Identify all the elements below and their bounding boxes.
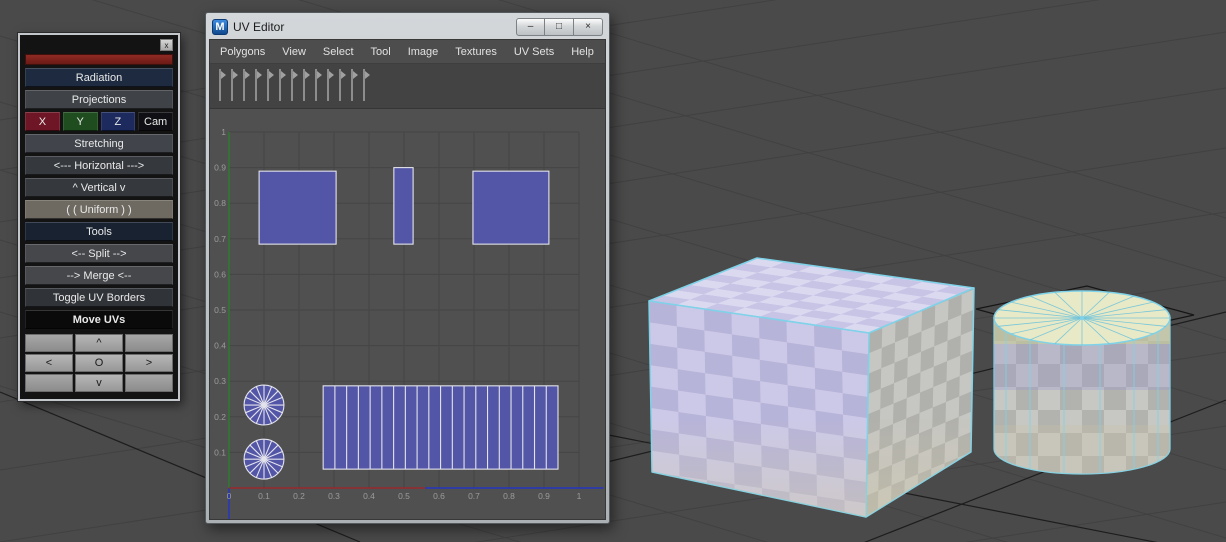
toolbar-flag-icon[interactable] bbox=[326, 69, 335, 101]
uv-tools-palette: x Radiation Projections X Y Z Cam Stretching <-… bbox=[18, 33, 180, 401]
axis-z-button[interactable]: Z bbox=[100, 112, 136, 131]
svg-text:0.6: 0.6 bbox=[214, 269, 226, 279]
toolbar-flag-icon[interactable] bbox=[254, 69, 263, 101]
uv-editor-window: M UV Editor – □ × Polygons View Select Tool… bbox=[205, 12, 610, 524]
uv-editor-titlebar[interactable]: M UV Editor – □ × bbox=[209, 15, 606, 39]
vertical-v-button[interactable]: ^ Vertical v bbox=[25, 178, 173, 197]
uv-canvas-svg[interactable]: 1 0.9 0.8 0.7 0.6 0.5 0.4 0.3 0.2 0.1 0 0.1 0.2 0.3 0.… bbox=[210, 109, 605, 519]
toolbar-flag-icon[interactable] bbox=[278, 69, 287, 101]
move-left-button[interactable]: < bbox=[25, 354, 73, 372]
svg-text:0.4: 0.4 bbox=[363, 491, 375, 501]
svg-text:0.9: 0.9 bbox=[538, 491, 550, 501]
toolbar-flag-icon[interactable] bbox=[290, 69, 299, 101]
uv-menubar: Polygons View Select Tool Image Textures UV Se… bbox=[210, 40, 605, 64]
move-right-button[interactable]: > bbox=[125, 354, 173, 372]
uv-shell-rect bbox=[472, 170, 550, 245]
menu-image[interactable]: Image bbox=[408, 46, 439, 58]
toolbar-flag-icon[interactable] bbox=[302, 69, 311, 101]
palette-rows: Radiation Projections X Y Z Cam Stretching <---… bbox=[25, 54, 173, 392]
split-button[interactable]: <-- Split --> bbox=[25, 244, 173, 263]
horizontal-button[interactable]: <--- Horizontal ---> bbox=[25, 156, 173, 175]
pad-blank-button[interactable] bbox=[25, 374, 73, 392]
toolbar-flag-icon[interactable] bbox=[362, 69, 371, 101]
menu-view[interactable]: View bbox=[282, 46, 306, 58]
palette-close-button[interactable]: x bbox=[160, 39, 173, 51]
toolbar-flag-icon[interactable] bbox=[242, 69, 251, 101]
svg-text:0.3: 0.3 bbox=[328, 491, 340, 501]
svg-text:0.9: 0.9 bbox=[214, 163, 226, 173]
merge-button[interactable]: --> Merge <-- bbox=[25, 266, 173, 285]
cylinder-object[interactable] bbox=[975, 285, 1195, 485]
toolbar-flag-icon[interactable] bbox=[350, 69, 359, 101]
menu-select[interactable]: Select bbox=[323, 46, 354, 58]
minimize-button[interactable]: – bbox=[516, 18, 545, 36]
toolbar-flag-icon[interactable] bbox=[338, 69, 347, 101]
svg-text:1: 1 bbox=[221, 127, 226, 137]
pad-blank-button[interactable] bbox=[125, 374, 173, 392]
viewport-3d bbox=[0, 0, 1226, 542]
move-uvs-pad: ^ < O > v bbox=[25, 334, 173, 392]
cube-object[interactable] bbox=[648, 257, 975, 518]
svg-text:0.8: 0.8 bbox=[214, 198, 226, 208]
uniform-button[interactable]: ( ( Uniform ) ) bbox=[25, 200, 173, 219]
svg-text:0.4: 0.4 bbox=[214, 341, 226, 351]
palette-color-bar bbox=[25, 54, 173, 65]
window-title: UV Editor bbox=[233, 20, 285, 34]
axis-x-button[interactable]: X bbox=[25, 112, 60, 131]
move-uvs-button[interactable]: Move UVs bbox=[25, 310, 173, 329]
svg-text:0.8: 0.8 bbox=[503, 491, 515, 501]
uv-shell-rect bbox=[258, 170, 337, 245]
maya-app-icon: M bbox=[212, 19, 228, 35]
close-button[interactable]: × bbox=[574, 18, 603, 36]
svg-text:0.5: 0.5 bbox=[214, 305, 226, 315]
axis-cam-button[interactable]: Cam bbox=[138, 112, 173, 131]
axis-buttons-row: X Y Z Cam bbox=[25, 112, 173, 131]
move-up-button[interactable]: ^ bbox=[75, 334, 123, 352]
uv-shells[interactable] bbox=[243, 167, 559, 480]
uv-editor-client: Polygons View Select Tool Image Textures UV Se… bbox=[209, 39, 606, 520]
uv-shell-rect bbox=[393, 167, 414, 245]
svg-text:0.2: 0.2 bbox=[214, 412, 226, 422]
svg-text:0.7: 0.7 bbox=[468, 491, 480, 501]
svg-text:0: 0 bbox=[227, 491, 232, 501]
svg-text:0.3: 0.3 bbox=[214, 376, 226, 386]
svg-text:1: 1 bbox=[577, 491, 582, 501]
menu-uv-sets[interactable]: UV Sets bbox=[514, 46, 554, 58]
toolbar-flag-icon[interactable] bbox=[266, 69, 275, 101]
window-controls: – □ × bbox=[516, 18, 603, 36]
radiation-button[interactable]: Radiation bbox=[25, 68, 173, 87]
toggle-uv-borders-button[interactable]: Toggle UV Borders bbox=[25, 288, 173, 307]
svg-text:0.2: 0.2 bbox=[293, 491, 305, 501]
menu-help[interactable]: Help bbox=[571, 46, 594, 58]
toolbar-flag-icon[interactable] bbox=[230, 69, 239, 101]
stretching-button[interactable]: Stretching bbox=[25, 134, 173, 153]
maximize-button[interactable]: □ bbox=[545, 18, 574, 36]
move-down-button[interactable]: v bbox=[75, 374, 123, 392]
svg-text:0.6: 0.6 bbox=[433, 491, 445, 501]
toolbar-flag-icon[interactable] bbox=[218, 69, 227, 101]
cylinder-top-center bbox=[1080, 316, 1084, 320]
toolbar-flag-icon[interactable] bbox=[314, 69, 323, 101]
svg-text:0.1: 0.1 bbox=[214, 447, 226, 457]
axis-y-button[interactable]: Y bbox=[62, 112, 98, 131]
tools-button[interactable]: Tools bbox=[25, 222, 173, 241]
svg-text:0.1: 0.1 bbox=[258, 491, 270, 501]
svg-text:0.7: 0.7 bbox=[214, 234, 226, 244]
menu-polygons[interactable]: Polygons bbox=[220, 46, 265, 58]
pad-blank-button[interactable] bbox=[125, 334, 173, 352]
uv-toolbar bbox=[210, 64, 605, 109]
pad-blank-button[interactable] bbox=[25, 334, 73, 352]
uv-canvas[interactable]: 1 0.9 0.8 0.7 0.6 0.5 0.4 0.3 0.2 0.1 0 0.1 0.2 0.3 0.… bbox=[210, 109, 605, 519]
palette-titlebar[interactable]: x bbox=[25, 39, 173, 52]
projections-button[interactable]: Projections bbox=[25, 90, 173, 109]
menu-textures[interactable]: Textures bbox=[455, 46, 497, 58]
menu-tool[interactable]: Tool bbox=[371, 46, 391, 58]
move-center-button[interactable]: O bbox=[75, 354, 123, 372]
svg-text:0.5: 0.5 bbox=[398, 491, 410, 501]
